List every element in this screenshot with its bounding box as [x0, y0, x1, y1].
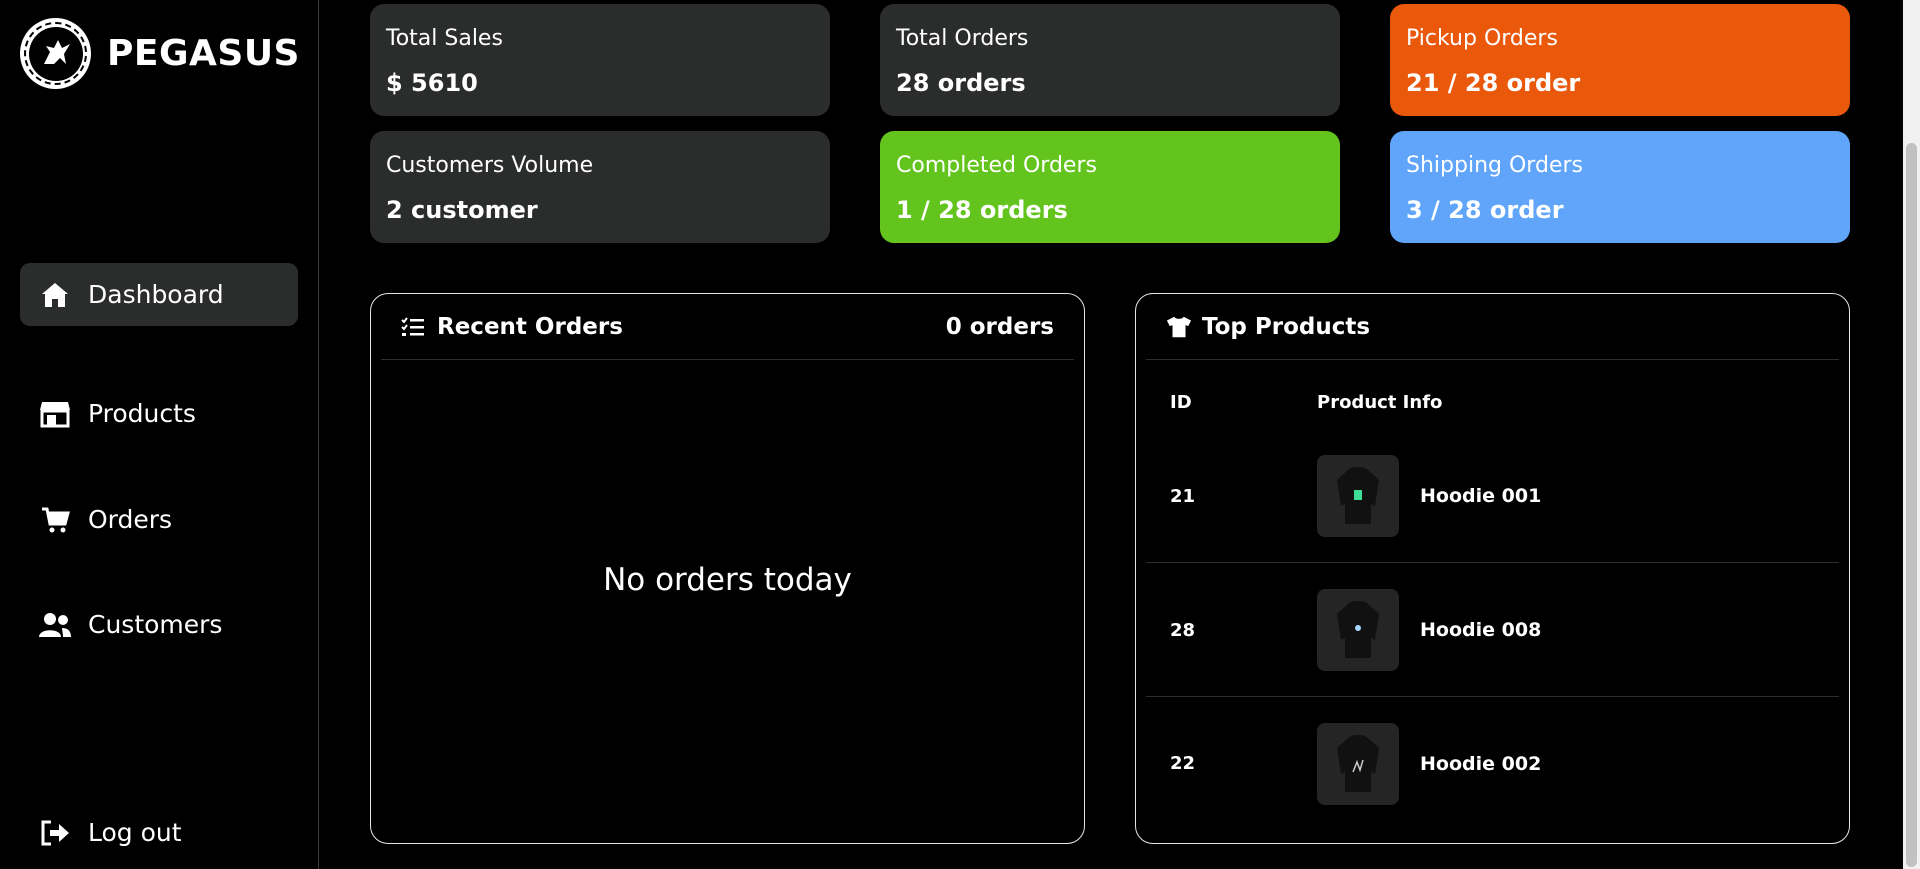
- brand-logo[interactable]: PEGASUS: [20, 18, 300, 89]
- product-name: Hoodie 001: [1420, 485, 1542, 507]
- stat-value: 1 / 28 orders: [896, 196, 1068, 224]
- store-icon: [38, 399, 72, 429]
- column-header-product-info: Product Info: [1317, 392, 1443, 413]
- recent-orders-title: Recent Orders: [437, 313, 623, 340]
- brand-name: PEGASUS: [107, 33, 300, 74]
- stat-label: Completed Orders: [896, 153, 1097, 178]
- page-scrollbar[interactable]: [1903, 0, 1920, 869]
- product-name: Hoodie 008: [1420, 619, 1542, 641]
- stat-card-customers-volume: Customers Volume 2 customer: [370, 131, 830, 243]
- recent-orders-panel: Recent Orders 0 orders No orders today: [370, 293, 1085, 844]
- home-icon: [38, 280, 72, 310]
- stat-label: Total Orders: [896, 26, 1029, 51]
- sidebar: PEGASUS Dashboard Products Orders Custom…: [0, 0, 319, 869]
- column-header-id: ID: [1170, 392, 1192, 413]
- recent-orders-count: 0 orders: [945, 313, 1054, 340]
- product-thumbnail: [1317, 455, 1399, 537]
- stat-card-pickup-orders: Pickup Orders 21 / 28 order: [1390, 4, 1850, 116]
- top-products-panel: Top Products ID Product Info 21 Hoodie 0…: [1135, 293, 1850, 844]
- logout-icon: [38, 818, 72, 848]
- product-id: 21: [1170, 485, 1196, 507]
- stat-label: Total Sales: [386, 26, 503, 51]
- tshirt-icon: [1166, 314, 1192, 340]
- product-id: 22: [1170, 753, 1196, 774]
- stat-card-total-sales: Total Sales $ 5610: [370, 4, 830, 116]
- users-icon: [38, 610, 72, 640]
- sidebar-item-products[interactable]: Products: [20, 382, 298, 445]
- recent-orders-header: Recent Orders 0 orders: [381, 294, 1074, 360]
- top-products-title: Top Products: [1202, 313, 1371, 340]
- sidebar-item-orders[interactable]: Orders: [20, 488, 298, 551]
- stat-value: 28 orders: [896, 69, 1026, 97]
- scrollbar-thumb[interactable]: [1906, 143, 1917, 867]
- pegasus-logo-icon: [20, 18, 91, 89]
- checklist-icon: [401, 314, 427, 340]
- stat-value: 2 customer: [386, 196, 538, 224]
- stat-label: Pickup Orders: [1406, 26, 1558, 51]
- stat-value: 3 / 28 order: [1406, 196, 1564, 224]
- logout-label: Log out: [88, 818, 182, 847]
- sidebar-item-label: Products: [88, 399, 196, 428]
- product-name: Hoodie 002: [1420, 752, 1542, 775]
- sidebar-item-label: Customers: [88, 610, 223, 639]
- logout-button[interactable]: Log out: [20, 801, 298, 864]
- sidebar-item-dashboard[interactable]: Dashboard: [20, 263, 298, 326]
- sidebar-item-customers[interactable]: Customers: [20, 593, 298, 656]
- empty-orders-message: No orders today: [603, 562, 852, 598]
- sidebar-item-label: Orders: [88, 505, 173, 534]
- product-id: 28: [1170, 619, 1196, 641]
- stat-card-shipping-orders: Shipping Orders 3 / 28 order: [1390, 131, 1850, 243]
- table-row[interactable]: 21 Hoodie 001: [1146, 430, 1839, 563]
- stat-card-completed-orders: Completed Orders 1 / 28 orders: [880, 131, 1340, 243]
- stat-value: 21 / 28 order: [1406, 69, 1581, 97]
- cart-icon: [38, 505, 72, 535]
- table-row[interactable]: 28 Hoodie 008: [1146, 564, 1839, 697]
- product-thumbnail: [1317, 589, 1399, 671]
- sidebar-item-label: Dashboard: [88, 280, 224, 309]
- stat-card-total-orders: Total Orders 28 orders: [880, 4, 1340, 116]
- product-thumbnail: [1317, 722, 1399, 805]
- top-products-header: Top Products: [1146, 294, 1839, 360]
- table-row[interactable]: 22 Hoodie 002: [1146, 697, 1839, 830]
- stat-label: Shipping Orders: [1406, 153, 1583, 178]
- stat-label: Customers Volume: [386, 153, 594, 178]
- stat-value: $ 5610: [386, 69, 478, 97]
